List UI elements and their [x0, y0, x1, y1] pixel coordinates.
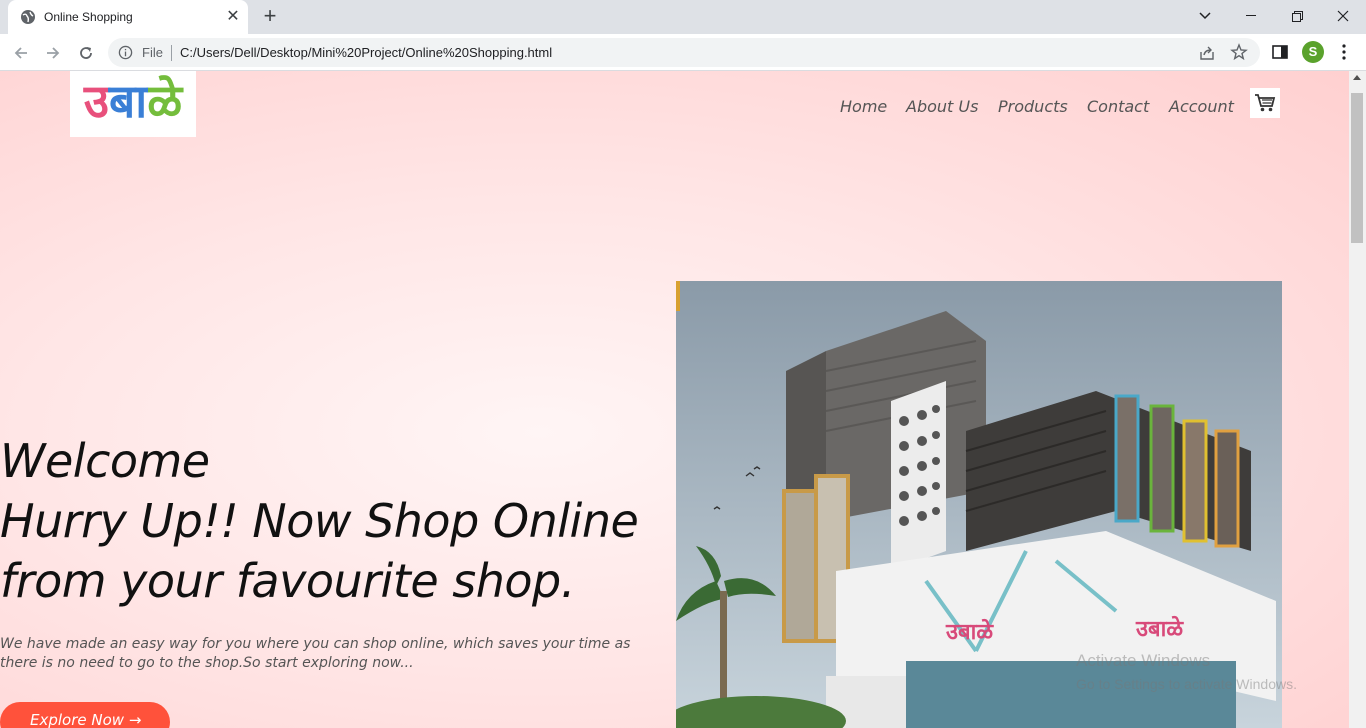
new-tab-button[interactable]: + [258, 5, 282, 29]
page-viewport: उबाळे Home About Us Products Contact Acc… [0, 71, 1349, 728]
profile-avatar[interactable]: S [1302, 41, 1324, 63]
page-scrollbar[interactable] [1349, 71, 1366, 728]
nav-contact[interactable]: Contact [1087, 97, 1149, 116]
hero-line-welcome: Welcome [0, 434, 210, 488]
hero-heading: Welcome Hurry Up!! Now Shop Online from … [0, 431, 660, 611]
bookmark-star-icon[interactable] [1230, 43, 1248, 61]
back-icon[interactable] [8, 40, 34, 66]
close-tab-icon[interactable]: ✕ [224, 8, 242, 26]
tab-title: Online Shopping [44, 10, 133, 24]
hero-paragraph-line2: there is no need to go to the shop.So st… [0, 655, 414, 671]
forward-icon[interactable] [40, 40, 66, 66]
info-icon[interactable] [118, 45, 133, 60]
reload-icon[interactable] [73, 40, 99, 66]
browser-toolbar: File C:/Users/Dell/Desktop/Mini%20Projec… [0, 34, 1366, 71]
store-sign-left: उबाळे [945, 618, 994, 645]
scroll-up-icon[interactable] [1353, 75, 1361, 80]
cart-icon[interactable] [1250, 88, 1280, 118]
url-text[interactable]: C:/Users/Dell/Desktop/Mini%20Project/Onl… [180, 45, 552, 60]
nav-account[interactable]: Account [1169, 97, 1234, 116]
hero-paragraph: We have made an easy way for you where y… [0, 635, 660, 673]
nav-about-us[interactable]: About Us [906, 97, 978, 116]
site-logo[interactable]: उबाळे [70, 71, 196, 137]
address-divider [171, 45, 172, 61]
tab-search-icon[interactable] [1182, 0, 1228, 32]
close-window-icon[interactable] [1320, 0, 1366, 32]
hero-line-hurry: Hurry Up!! Now Shop Online [0, 494, 639, 548]
share-icon[interactable] [1198, 44, 1216, 62]
address-bar[interactable]: File C:/Users/Dell/Desktop/Mini%20Projec… [108, 38, 1260, 67]
explore-now-button[interactable]: Explore Now → [0, 702, 170, 728]
hero-paragraph-line1: We have made an easy way for you where y… [0, 636, 631, 652]
menu-kebab-icon[interactable] [1334, 42, 1354, 62]
globe-icon [21, 10, 35, 24]
scheme-label: File [142, 45, 163, 60]
browser-tab[interactable]: Online Shopping ✕ [8, 0, 248, 34]
hero-line-favourite: from your favourite shop. [0, 554, 575, 608]
minimize-icon[interactable] [1228, 0, 1274, 32]
restore-icon[interactable] [1274, 0, 1320, 32]
scrollbar-thumb[interactable] [1351, 93, 1363, 243]
nav-home[interactable]: Home [840, 97, 887, 116]
activate-windows-subtitle: Go to Settings to activate Windows. [1076, 676, 1297, 692]
browser-tabstrip: Online Shopping ✕ + [0, 0, 1366, 34]
activate-windows-title: Activate Windows [1076, 651, 1211, 670]
nav-products[interactable]: Products [998, 97, 1068, 116]
side-panel-icon[interactable] [1270, 42, 1290, 62]
logo-text: उबाळे [70, 71, 196, 131]
store-sign-right: उबाळे [1135, 615, 1184, 642]
